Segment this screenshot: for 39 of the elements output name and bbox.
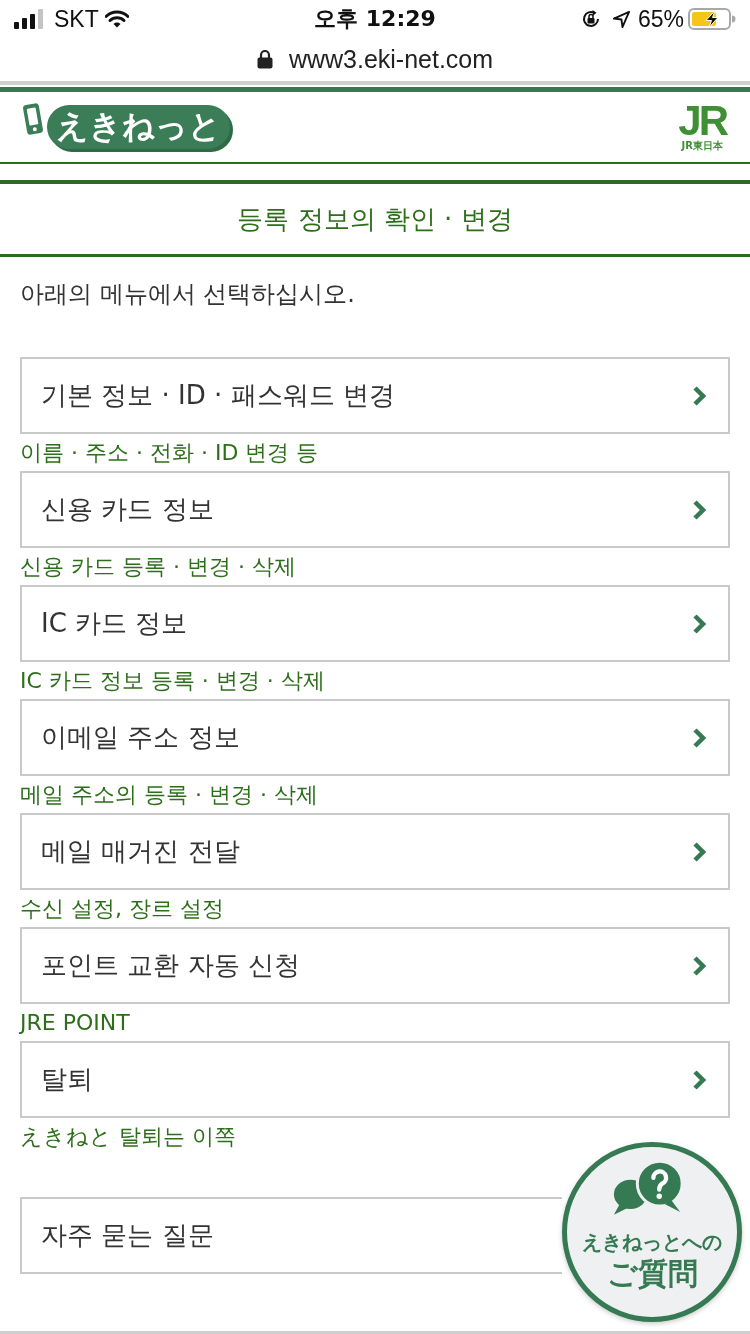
menu-item-caption: 이름 · 주소 · 전화 · ID 변경 등 [20, 439, 320, 467]
menu-item-caption: 수신 설정, 장르 설정 [20, 895, 225, 923]
instruction-text: 아래의 메뉴에서 선택하십시오. [20, 279, 356, 310]
battery-charging-icon [688, 8, 736, 30]
battery-percent: 65% [637, 7, 684, 31]
menu-item-caption: IC 카드 정보 등록 · 변경 · 삭제 [20, 667, 326, 695]
url-text[interactable]: www3.eki-net.com [288, 46, 494, 72]
menu-item-caption: えきねと 탈퇴는 이쪽 [20, 1123, 237, 1151]
page-title: 등록 정보의 확인 · 변경 [0, 180, 750, 257]
carrier-name: SKT [54, 7, 99, 31]
chevron-right-icon [692, 840, 706, 863]
chevron-right-icon [692, 1068, 706, 1091]
menu-item[interactable]: 이메일 주소 정보 [20, 699, 730, 776]
menu-item[interactable]: 탈퇴 [20, 1041, 730, 1118]
wifi-icon [104, 10, 129, 28]
rotation-lock-icon [580, 9, 601, 29]
chevron-right-icon [692, 954, 706, 977]
chevron-right-icon [692, 726, 706, 749]
jr-logo: JR [678, 102, 726, 140]
menu-item[interactable]: 메일 매거진 전달 [20, 813, 730, 890]
jr-logo-subtitle: JR東日本 [681, 139, 723, 152]
menu-item[interactable]: IC 카드 정보 [20, 585, 730, 662]
lock-icon [256, 49, 273, 69]
phone-icon [21, 102, 45, 136]
location-arrow-icon [612, 10, 630, 28]
clock-time: 오후 12:29 [314, 8, 436, 30]
menu-item-caption: 메일 주소의 등록 · 변경 · 삭제 [20, 781, 319, 809]
menu-item[interactable]: 신용 카드 정보 [20, 471, 730, 548]
help-question-button[interactable]: えきねっとへの ご質問 [562, 1142, 742, 1322]
menu-item-caption: 신용 카드 등록 · 변경 · 삭제 [20, 553, 297, 581]
menu-item-caption: JRE POINT [20, 1009, 131, 1037]
menu-item[interactable]: 기본 정보 · ID · 패스워드 변경 [20, 357, 730, 434]
chevron-right-icon [692, 384, 706, 407]
signal-icon [14, 9, 46, 29]
faq-menu-item[interactable]: 자주 묻는 질문 [20, 1197, 562, 1274]
chevron-right-icon [692, 498, 706, 521]
menu-item[interactable]: 포인트 교환 자동 신청 [20, 927, 730, 1004]
chevron-right-icon [692, 612, 706, 635]
site-logo[interactable]: えきねっと [47, 105, 230, 149]
